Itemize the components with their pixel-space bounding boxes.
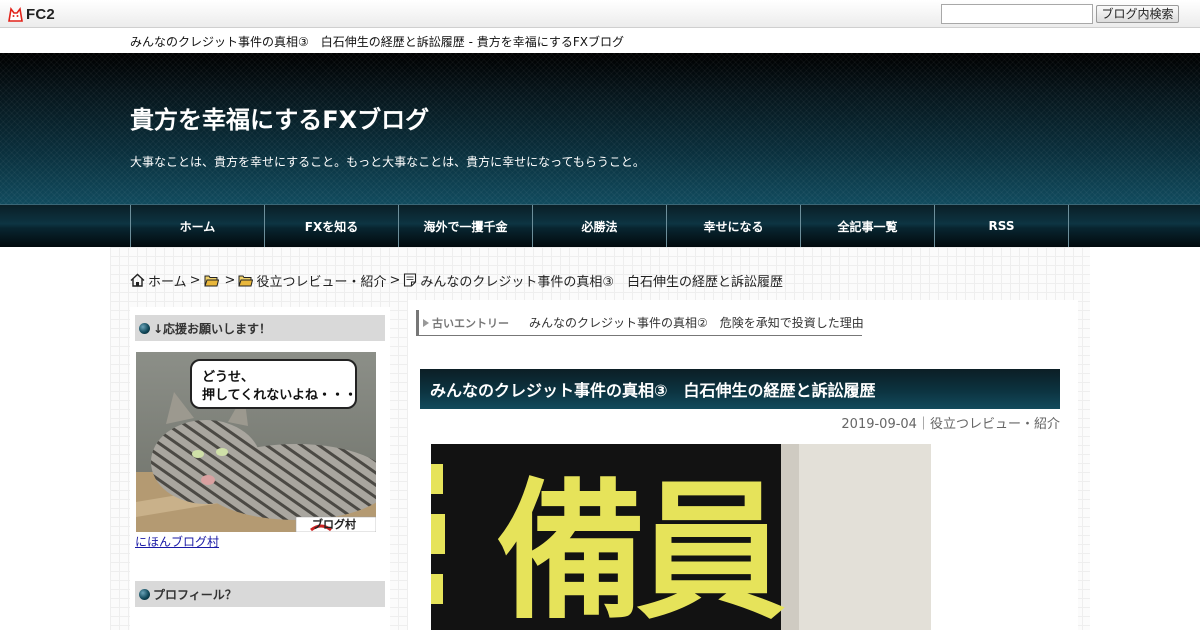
blog-search-input[interactable]	[941, 4, 1093, 24]
banner-bubble-line1: どうせ、	[202, 370, 254, 385]
sidebar-heading-profile: プロフィール？	[135, 581, 385, 607]
blog-search-button[interactable]: ブログ内検索	[1096, 5, 1179, 23]
bullet-ball-icon	[139, 322, 150, 334]
nav-item-overseas[interactable]: 海外で一攫千金	[399, 205, 533, 247]
breadcrumb: ホーム > > 役立つレビュー・紹介 > みんなのクレジット事件の真相③ 白石伸…	[130, 271, 784, 290]
nav-item-fx[interactable]: FXを知る	[265, 205, 399, 247]
nav-item-all-posts[interactable]: 全記事一覧	[801, 205, 935, 247]
nav-item-rss[interactable]: RSS	[935, 205, 1069, 247]
breadcrumb-current: みんなのクレジット事件の真相③ 白石伸生の経歴と訴訟履歴	[420, 274, 784, 290]
blog-description: 大事なことは、貴方を幸せにすること。もっと大事なことは、貴方に幸せになってもらう…	[130, 155, 645, 169]
old-entry-nav: 古いエントリー みんなのクレジット事件の真相② 危険を承知で投資した理由	[416, 310, 864, 336]
sidebar-heading-support: ↓応援お願いします！	[135, 315, 385, 341]
nav-item-home[interactable]: ホーム	[131, 205, 265, 247]
banner-bubble-line2: 押してくれないよね・・・	[202, 387, 357, 403]
entry-meta-separator: ｜	[916, 417, 930, 432]
old-entry-link[interactable]: みんなのクレジット事件の真相② 危険を承知で投資した理由	[529, 314, 864, 331]
sidebar-heading-label: プロフィール？	[153, 587, 237, 602]
sidebar: ↓応援お願いします！ ブログ村 どうせ、 押してくれないよね・・・ にほんブログ…	[130, 307, 390, 630]
fc2-logo[interactable]: FC2	[7, 5, 55, 23]
blog-village-link[interactable]: にほんブログ村	[135, 533, 219, 550]
breadcrumb-home[interactable]: ホーム	[148, 271, 187, 290]
entry-date: 2019-09-04	[841, 417, 917, 432]
bullet-ball-icon	[139, 588, 150, 600]
page-title-strip: みんなのクレジット事件の真相③ 白石伸生の経歴と訴訟履歴 - 貴方を幸福にするF…	[0, 28, 1200, 53]
global-nav: ホーム FXを知る 海外で一攫千金 必勝法 幸せになる 全記事一覧 RSS	[0, 204, 1200, 247]
banner-tag-text: ブログ村	[312, 517, 356, 531]
document-icon	[404, 273, 417, 287]
sign-char-1: 備	[496, 466, 646, 630]
blog-village-banner[interactable]: ブログ村 どうせ、 押してくれないよね・・・	[136, 352, 376, 532]
breadcrumb-category[interactable]: 役立つレビュー・紹介	[256, 271, 386, 290]
home-icon	[130, 273, 145, 287]
breadcrumb-separator: >	[189, 272, 201, 288]
entry-meta: 2019-09-04｜役立つレビュー・紹介	[841, 413, 1060, 432]
nav-item-strategy[interactable]: 必勝法	[533, 205, 667, 247]
cat-photo-image: ブログ村 どうせ、 押してくれないよね・・・	[136, 352, 376, 532]
breadcrumb-separator: >	[389, 272, 401, 288]
old-entry-label: 古いエントリー	[423, 315, 509, 331]
blog-title[interactable]: 貴方を幸福にするFXブログ	[130, 100, 429, 135]
nav-item-happiness[interactable]: 幸せになる	[667, 205, 801, 247]
folder-icon	[203, 275, 219, 286]
fc2-fox-icon	[8, 6, 23, 22]
security-sign-photo: 備 員	[431, 444, 931, 630]
entry-title[interactable]: みんなのクレジット事件の真相③ 白石伸生の経歴と訴訟履歴	[420, 369, 1060, 409]
breadcrumb-separator: >	[224, 272, 236, 288]
entry-category-link[interactable]: 役立つレビュー・紹介	[930, 417, 1060, 432]
blog-header: 貴方を幸福にするFXブログ 大事なことは、貴方を幸せにすること。もっと大事なこと…	[0, 53, 1200, 204]
entry-image: 備 員	[431, 444, 931, 630]
page-title: みんなのクレジット事件の真相③ 白石伸生の経歴と訴訟履歴 - 貴方を幸福にするF…	[130, 35, 624, 49]
fc2-logo-text: FC2	[26, 5, 55, 23]
main-content: 古いエントリー みんなのクレジット事件の真相② 危険を承知で投資した理由 みんな…	[408, 300, 1078, 630]
fc2-toolbar: FC2 ブログ内検索	[0, 0, 1200, 28]
folder-icon	[238, 275, 254, 286]
sidebar-heading-label: ↓応援お願いします！	[153, 321, 272, 336]
sign-char-2: 員	[636, 466, 786, 630]
